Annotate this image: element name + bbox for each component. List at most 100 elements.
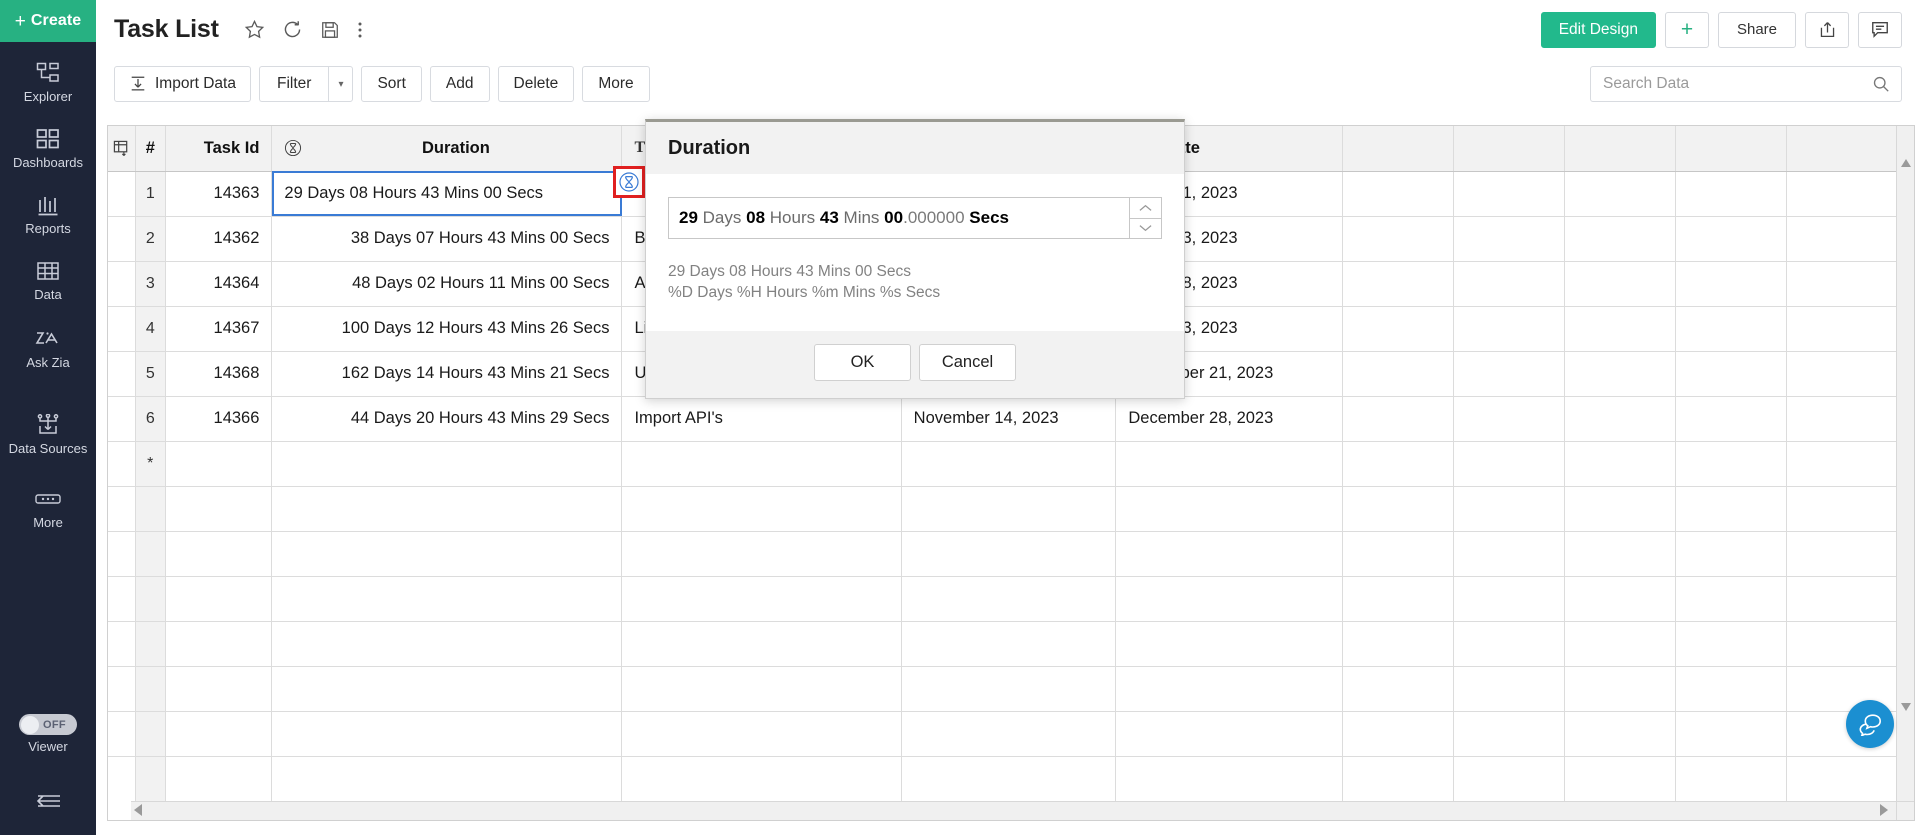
- blank-cell: [1342, 261, 1454, 307]
- hourglass-badge-icon[interactable]: [618, 171, 640, 193]
- chevron-up-icon[interactable]: [1129, 197, 1162, 218]
- blank-cell: [1786, 351, 1896, 397]
- row-handle-cell[interactable]: [108, 351, 136, 397]
- filter-dropdown-caret[interactable]: ▾: [328, 66, 354, 102]
- task-id-cell[interactable]: 14362: [165, 216, 273, 262]
- table-row-empty[interactable]: [108, 666, 1896, 712]
- viewer-toggle-switch[interactable]: OFF: [19, 714, 77, 735]
- blank-cell: [1453, 441, 1565, 487]
- task-name-cell: [621, 486, 902, 532]
- more-button[interactable]: More: [582, 66, 650, 102]
- text-type-icon: T: [634, 139, 646, 157]
- scroll-right-arrow[interactable]: [1880, 804, 1888, 816]
- duration-cell[interactable]: 29 Days 08 Hours 43 Mins 00 Secs: [271, 171, 623, 217]
- collapse-sidebar-button[interactable]: [0, 784, 96, 821]
- task-id-cell[interactable]: 14364: [165, 261, 273, 307]
- duration-input[interactable]: 29 Days 08 Hours 43 Mins 00.000000 Secs: [668, 197, 1129, 239]
- row-handle-cell[interactable]: [108, 261, 136, 307]
- task-id-cell[interactable]: 14366: [165, 396, 273, 442]
- row-handle-cell[interactable]: [108, 396, 136, 442]
- duration-header[interactable]: Duration: [271, 126, 623, 172]
- chevron-down-icon[interactable]: [1129, 217, 1162, 239]
- filter-button[interactable]: Filter: [258, 66, 329, 102]
- table-row-empty[interactable]: [108, 531, 1896, 577]
- chat-support-button[interactable]: [1846, 700, 1894, 748]
- sidebar-item-data[interactable]: Data: [0, 254, 96, 306]
- row-handle-cell[interactable]: [108, 216, 136, 262]
- create-button[interactable]: + Create: [0, 0, 96, 42]
- table-row-empty[interactable]: [108, 756, 1896, 801]
- task-id-cell[interactable]: [165, 441, 273, 487]
- table-row-empty[interactable]: [108, 711, 1896, 757]
- blank-cell: [1675, 351, 1787, 397]
- comment-button[interactable]: [1858, 11, 1902, 48]
- vertical-scrollbar[interactable]: [1896, 126, 1914, 801]
- due-date-cell[interactable]: December 28, 2023: [1115, 396, 1343, 442]
- table-row-empty[interactable]: [108, 486, 1896, 532]
- row-handle-cell[interactable]: [108, 171, 136, 217]
- horizontal-scrollbar[interactable]: [108, 801, 1896, 820]
- task-id-cell[interactable]: 14368: [165, 351, 273, 397]
- sidebar-item-reports[interactable]: Reports: [0, 188, 96, 240]
- task-id-cell[interactable]: 14363: [165, 171, 273, 217]
- edit-design-button[interactable]: Edit Design: [1540, 11, 1656, 48]
- sidebar-item-explorer[interactable]: Explorer: [0, 56, 96, 108]
- add-new-button[interactable]: +: [1664, 11, 1709, 48]
- sort-button[interactable]: Sort: [361, 66, 422, 102]
- blank-cell: [1453, 576, 1565, 622]
- delete-row-button[interactable]: Delete: [497, 66, 575, 102]
- scroll-down-arrow[interactable]: [1897, 698, 1914, 716]
- blank-cell: [1786, 441, 1896, 487]
- duration-cell: [271, 621, 623, 667]
- search-box[interactable]: [1590, 66, 1902, 102]
- scroll-left-arrow[interactable]: [134, 804, 142, 816]
- blank-cell: [1342, 216, 1454, 262]
- explorer-icon: [36, 60, 60, 86]
- row-number-cell: [135, 711, 166, 757]
- task-id-cell[interactable]: 14367: [165, 306, 273, 352]
- duration-cell[interactable]: 100 Days 12 Hours 43 Mins 26 Secs: [271, 306, 623, 352]
- refresh-icon[interactable]: [282, 19, 303, 40]
- row-handle-cell[interactable]: [108, 306, 136, 352]
- start-date-cell[interactable]: November 14, 2023: [901, 396, 1117, 442]
- taskid-header[interactable]: Task Id: [165, 126, 273, 172]
- task-name-cell[interactable]: Import API's: [621, 396, 902, 442]
- duration-cell[interactable]: 44 Days 20 Hours 43 Mins 29 Secs: [271, 396, 623, 442]
- sidebar-item-ask-zia[interactable]: Ask Zia: [0, 322, 96, 374]
- table-row-empty[interactable]: [108, 621, 1896, 667]
- favorite-star-icon[interactable]: [244, 19, 265, 40]
- table-row[interactable]: *: [108, 441, 1896, 487]
- more-options-icon[interactable]: [357, 20, 363, 40]
- export-button[interactable]: [1805, 11, 1849, 48]
- sidebar-item-more[interactable]: More: [0, 482, 96, 534]
- duration-cell[interactable]: 38 Days 07 Hours 43 Mins 00 Secs: [271, 216, 623, 262]
- ok-button[interactable]: OK: [814, 344, 911, 381]
- blank-cell: [1564, 621, 1676, 667]
- scroll-up-arrow[interactable]: [1897, 154, 1914, 172]
- import-data-button[interactable]: Import Data: [114, 66, 251, 102]
- start-date-cell[interactable]: [901, 441, 1117, 487]
- sidebar-item-dashboards[interactable]: Dashboards: [0, 122, 96, 174]
- table-row[interactable]: 6 14366 44 Days 20 Hours 43 Mins 29 Secs Im…: [108, 396, 1896, 442]
- save-icon[interactable]: [320, 20, 340, 40]
- search-icon[interactable]: [1868, 75, 1901, 93]
- duration-cell[interactable]: 162 Days 14 Hours 43 Mins 21 Secs: [271, 351, 623, 397]
- cancel-button[interactable]: Cancel: [919, 344, 1016, 381]
- add-row-button[interactable]: Add: [429, 66, 490, 102]
- viewer-toggle-group[interactable]: OFF Viewer: [0, 710, 96, 758]
- sidebar-item-data-sources[interactable]: Data Sources: [0, 408, 96, 460]
- row-number-cell: [135, 576, 166, 622]
- duration-cell[interactable]: 48 Days 02 Hours 11 Mins 00 Secs: [271, 261, 623, 307]
- share-button[interactable]: Share: [1717, 11, 1796, 48]
- blank-cell: [1675, 441, 1787, 487]
- table-row-empty[interactable]: [108, 576, 1896, 622]
- duration-cell[interactable]: [271, 441, 623, 487]
- row-handle-cell[interactable]: [108, 441, 136, 487]
- task-name-cell[interactable]: [621, 441, 902, 487]
- create-button-label: Create: [30, 12, 82, 29]
- due-date-cell[interactable]: [1115, 441, 1343, 487]
- duration-cell-badge-highlight[interactable]: [613, 166, 645, 198]
- column-settings-header[interactable]: [108, 126, 136, 172]
- search-input[interactable]: [1591, 67, 1868, 101]
